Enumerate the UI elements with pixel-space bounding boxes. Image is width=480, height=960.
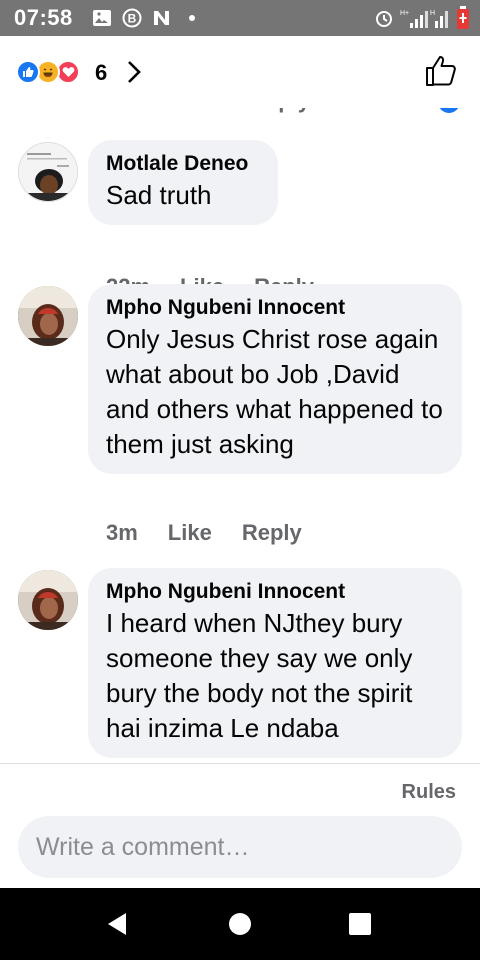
chevron-right-icon[interactable]	[124, 58, 144, 86]
rules-link[interactable]: Rules	[402, 781, 456, 804]
n-icon	[154, 11, 169, 25]
divider	[0, 763, 480, 764]
reactions-bar[interactable]: 6	[0, 36, 480, 108]
comment-text: Sad truth	[106, 180, 212, 210]
comment-actions: 3m Like Reply	[106, 520, 332, 546]
svg-text:H: H	[430, 10, 435, 17]
svg-text:B: B	[128, 12, 137, 26]
comment-text: Only Jesus Christ rose again what about …	[106, 324, 443, 459]
like-button[interactable]: Like	[168, 520, 212, 546]
home-icon[interactable]	[226, 910, 254, 938]
comment-author[interactable]: Mpho Ngubeni Innocent	[106, 294, 444, 322]
reaction-icons[interactable]	[16, 60, 80, 84]
status-time: 07:58	[14, 5, 73, 30]
like-reaction-icon	[16, 60, 40, 84]
navigation-bar	[0, 888, 480, 960]
comment-author[interactable]: Motlale Deneo	[106, 150, 260, 178]
back-icon[interactable]	[104, 910, 132, 938]
battery-icon	[457, 6, 469, 29]
comment-bubble[interactable]: Mpho Ngubeni Innocent Only Jesus Christ …	[88, 284, 462, 474]
avatar[interactable]	[18, 570, 78, 630]
comment-input[interactable]	[18, 816, 462, 878]
recents-icon[interactable]	[346, 910, 374, 938]
comment-time: 3m	[106, 520, 138, 545]
reply-button[interactable]: Reply	[242, 520, 302, 546]
comment-text: I heard when NJthey bury someone they sa…	[106, 608, 413, 743]
comment-bubble[interactable]: Motlale Deneo Sad truth	[88, 140, 278, 225]
status-bar: 07:58 B H+ H	[0, 0, 480, 36]
comments-sheet: 6 30m Like Reply 2 Motlale Deneo Sad tru…	[0, 36, 480, 888]
avatar[interactable]	[18, 286, 78, 346]
comment-author[interactable]: Mpho Ngubeni Innocent	[106, 578, 444, 606]
svg-text:H+: H+	[400, 10, 409, 17]
signal-icon: H+ H	[400, 10, 448, 28]
like-outline-icon[interactable]	[424, 54, 458, 88]
comment-bubble[interactable]: Mpho Ngubeni Innocent I heard when NJthe…	[88, 568, 462, 758]
b-icon: B	[122, 8, 142, 28]
dot-icon	[189, 15, 195, 21]
image-icon	[93, 10, 111, 26]
reaction-count[interactable]: 6	[95, 60, 107, 86]
avatar[interactable]	[18, 142, 78, 202]
alarm-icon	[376, 11, 392, 27]
